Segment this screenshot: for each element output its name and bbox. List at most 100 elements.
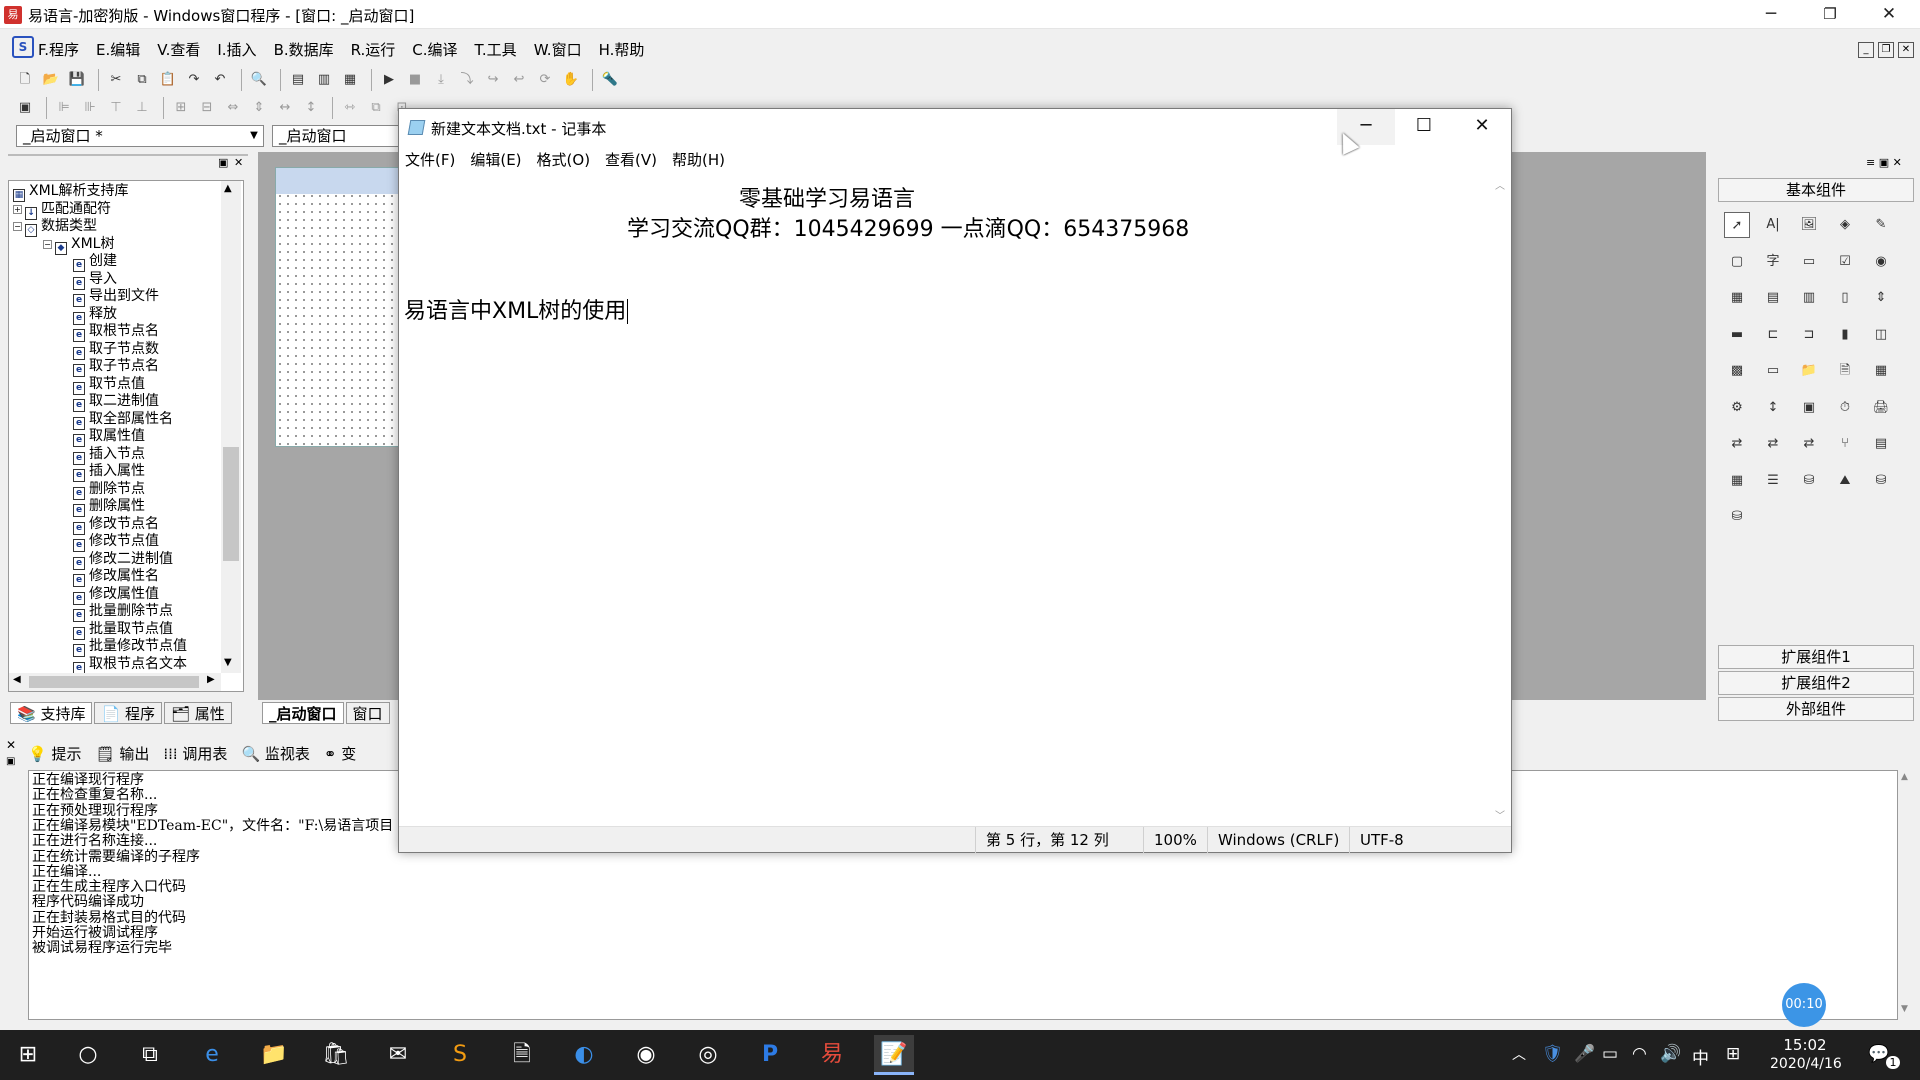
tree-item[interactable]: e 取根节点名 xyxy=(73,323,159,342)
image-list-icon[interactable]: ◫ xyxy=(1868,322,1894,348)
form-icon[interactable]: ▤ xyxy=(1868,431,1894,457)
close-button[interactable]: ✕ xyxy=(1860,0,1918,29)
open-folder-icon[interactable]: 📂 xyxy=(40,69,62,91)
notepad-maximize-button[interactable]: ☐ xyxy=(1395,109,1453,145)
center-v-icon[interactable]: ⊟ xyxy=(196,97,218,119)
same-width-icon[interactable]: ⇔ xyxy=(222,97,244,119)
tab-call-stack[interactable]: ⁞⁞⁞ 调用表 xyxy=(163,743,227,764)
mail-icon[interactable]: ✉ xyxy=(378,1035,418,1075)
tree-hscroll-thumb[interactable] xyxy=(29,676,199,688)
tree-item[interactable]: e 修改节点名 xyxy=(73,516,159,535)
tab-program[interactable]: 📄 程序 xyxy=(94,702,162,724)
step-over-icon[interactable]: ↪ xyxy=(482,69,504,91)
step-icon[interactable]: ⤓ xyxy=(430,69,452,91)
tree-vscroll[interactable]: ▲ ▼ xyxy=(221,181,241,673)
menu-database[interactable]: B.数据库 xyxy=(274,39,334,60)
textbox-icon[interactable]: ▭ xyxy=(1760,358,1786,384)
ext-components-1-button[interactable]: 扩展组件1 xyxy=(1718,645,1914,669)
find-icon[interactable]: 🔍 xyxy=(248,69,270,91)
center-h-icon[interactable]: ⊞ xyxy=(170,97,192,119)
external-components-button[interactable]: 外部组件 xyxy=(1718,697,1914,721)
tree-item[interactable]: e 修改属性名 xyxy=(73,568,159,587)
align-bottom-icon[interactable]: ⊥ xyxy=(131,97,153,119)
menu-tools[interactable]: T.工具 xyxy=(475,39,517,60)
menu-window[interactable]: W.窗口 xyxy=(534,39,582,60)
step-into-icon[interactable]: ⤵ xyxy=(456,69,478,91)
menu-help[interactable]: H.帮助 xyxy=(599,39,645,60)
qq-browser-icon[interactable]: ◐ xyxy=(564,1035,604,1075)
tree-item[interactable]: e 导入 xyxy=(73,271,117,290)
scroll-up-icon[interactable]: ▲ xyxy=(224,183,232,194)
start-windows-icon[interactable]: ⊞ xyxy=(8,1035,48,1075)
layout-2-icon[interactable]: ▥ xyxy=(313,69,335,91)
tree-item[interactable]: e 取子节点名 xyxy=(73,358,159,377)
recording-timer-badge[interactable]: 00:10 xyxy=(1782,983,1826,1027)
clock-date[interactable]: 2020/4/16 xyxy=(1770,1056,1842,1072)
progress-icon[interactable]: ▮ xyxy=(1832,322,1858,348)
mdi-restore-button[interactable]: ❐ xyxy=(1878,42,1894,58)
checkbox-icon[interactable]: ☑ xyxy=(1832,249,1858,275)
combo-icon[interactable]: ▥ xyxy=(1796,285,1822,311)
chart-icon[interactable]: ⛰ xyxy=(1832,468,1858,494)
notepad-text-area[interactable]: 零基础学习易语言 学习交流QQ群：1045429699 一点滴QQ：654375… xyxy=(399,171,1511,825)
menu-edit[interactable]: E.编辑 xyxy=(96,39,140,60)
tree-item[interactable]: e 插入属性 xyxy=(73,463,145,482)
tree-item[interactable]: e 插入节点 xyxy=(73,446,145,465)
tree-item[interactable]: e 批量修改节点值 xyxy=(73,638,187,657)
file-explorer-icon[interactable]: 📁 xyxy=(254,1035,294,1075)
tab-output[interactable]: 🗒 输出 xyxy=(95,743,149,764)
tray-expand-icon[interactable]: ︿ xyxy=(1512,1044,1526,1064)
tree-item[interactable]: e 取根节点名文本 xyxy=(73,656,187,675)
output-pin-icon[interactable]: ▣ xyxy=(6,756,15,767)
scrollbar-icon[interactable]: ▯ xyxy=(1832,285,1858,311)
scroll-up-icon[interactable]: ▲ xyxy=(1901,772,1908,782)
hscroll-icon[interactable]: ▬ xyxy=(1724,322,1750,348)
settings-icon[interactable]: ⚙ xyxy=(1724,395,1750,421)
tab-start-window[interactable]: _启动窗口 xyxy=(262,702,344,724)
battery-icon[interactable]: ▭ xyxy=(1602,1044,1618,1064)
calendar-icon[interactable]: ▩ xyxy=(1724,358,1750,384)
odbc-icon[interactable]: ⛁ xyxy=(1868,468,1894,494)
copy-icon[interactable]: ⧉ xyxy=(131,69,153,91)
size-icon[interactable]: ⇿ xyxy=(339,97,361,119)
radio-icon[interactable]: ◉ xyxy=(1868,249,1894,275)
volume-icon[interactable]: 🔊 xyxy=(1660,1044,1681,1064)
tree-item[interactable]: e 导出到文件 xyxy=(73,288,159,307)
panel-icon[interactable]: ⊐ xyxy=(1796,322,1822,348)
run-to-cursor-icon[interactable]: ⟳ xyxy=(534,69,556,91)
paste-icon[interactable]: 📋 xyxy=(157,69,179,91)
cortana-search-icon[interactable]: ○ xyxy=(68,1035,108,1075)
tab-watch[interactable]: 🔍 监视表 xyxy=(241,743,309,764)
align-left-icon[interactable]: ⊫ xyxy=(53,97,75,119)
wifi-icon[interactable]: ◠ xyxy=(1632,1044,1647,1064)
layout-3-icon[interactable]: ▦ xyxy=(339,69,361,91)
listbox-icon[interactable]: ▦ xyxy=(1724,285,1750,311)
notepad-menu-format[interactable]: 格式(O) xyxy=(537,149,591,170)
help-search-icon[interactable]: 🔦 xyxy=(599,69,621,91)
spinner-icon[interactable]: ↕ xyxy=(1760,395,1786,421)
minimize-button[interactable]: ─ xyxy=(1742,0,1800,29)
tree-item[interactable]: e 取全部属性名 xyxy=(73,411,173,430)
scroll-down-icon[interactable]: ▼ xyxy=(224,657,232,668)
notepad-vscroll[interactable]: ︿ ﹀ xyxy=(1491,173,1509,823)
space-h-icon[interactable]: ↔ xyxy=(274,97,296,119)
datepicker-icon[interactable]: ▣ xyxy=(1796,395,1822,421)
scroll-up-icon[interactable]: ︿ xyxy=(1495,177,1505,192)
tree-item[interactable]: e 取子节点数 xyxy=(73,341,159,360)
edit-icon[interactable]: ✎ xyxy=(1868,212,1894,238)
tree-item[interactable]: ▦ XML解析支持库 xyxy=(13,183,128,202)
tree-item[interactable]: e 释放 xyxy=(73,306,117,325)
tree-item[interactable]: e 取节点值 xyxy=(73,376,145,395)
tree-item[interactable]: e 批量删除节点 xyxy=(73,603,173,622)
tree-item[interactable]: e 创建 xyxy=(73,253,117,272)
tab-properties[interactable]: 🗂 属性 xyxy=(163,702,232,724)
tree-item[interactable]: e 批量取节点值 xyxy=(73,621,173,640)
collapse-icon[interactable]: − xyxy=(43,239,52,249)
run-icon[interactable]: ▶ xyxy=(378,69,400,91)
groupbox-icon[interactable]: ▢ xyxy=(1724,249,1750,275)
form-designer[interactable] xyxy=(275,167,415,447)
chevron-down-icon[interactable]: ▼ xyxy=(245,126,263,146)
shape-icon[interactable]: ◈ xyxy=(1832,212,1858,238)
timer-icon[interactable]: ⏱ xyxy=(1832,395,1858,421)
maximize-button[interactable]: ❐ xyxy=(1801,0,1859,29)
